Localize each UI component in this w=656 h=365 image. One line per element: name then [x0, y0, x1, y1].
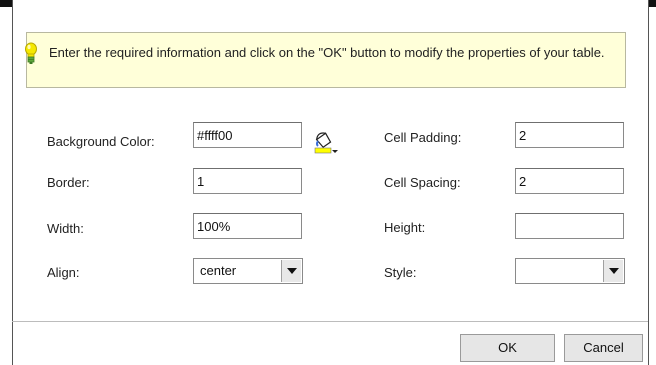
width-label: Width:: [47, 221, 84, 236]
style-label: Style:: [384, 265, 417, 280]
chevron-down-icon[interactable]: [603, 260, 623, 282]
align-select[interactable]: center: [193, 258, 303, 284]
height-input[interactable]: [515, 213, 624, 239]
footer-divider: [12, 321, 648, 322]
border-label: Border:: [47, 175, 90, 190]
ok-button[interactable]: OK: [460, 334, 555, 362]
height-label: Height:: [384, 220, 426, 235]
paint-bucket-icon[interactable]: [313, 128, 339, 156]
align-label: Align:: [47, 265, 80, 280]
cancel-button[interactable]: Cancel: [564, 334, 643, 362]
lightbulb-icon: [25, 42, 37, 64]
style-select[interactable]: [515, 258, 625, 284]
border-input[interactable]: [193, 168, 302, 194]
chevron-down-icon[interactable]: [281, 260, 301, 282]
align-selected-value: center: [200, 263, 237, 278]
background-color-input[interactable]: [193, 122, 302, 148]
cell-spacing-input[interactable]: [515, 168, 624, 194]
cell-padding-label: Cell Padding:: [384, 130, 462, 145]
width-input[interactable]: [193, 213, 302, 239]
background-color-label: Background Color:: [47, 134, 155, 149]
cell-spacing-label: Cell Spacing:: [384, 175, 461, 190]
info-message: Enter the required information and click…: [49, 45, 605, 60]
cell-padding-input[interactable]: [515, 122, 624, 148]
